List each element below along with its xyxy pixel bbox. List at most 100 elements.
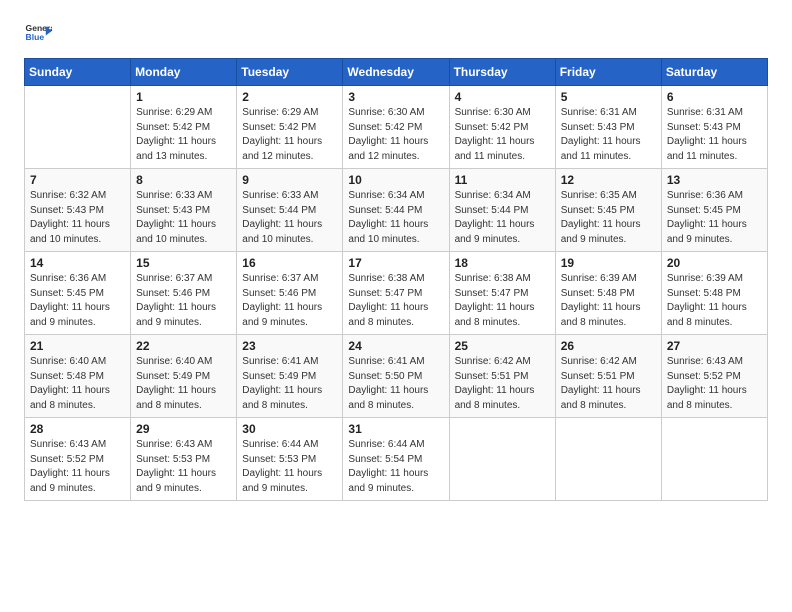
calendar-cell: 25 Sunrise: 6:42 AM Sunset: 5:51 PM Dayli… bbox=[449, 335, 555, 418]
day-info: Sunrise: 6:35 AM Sunset: 5:45 PM Dayligh… bbox=[561, 189, 656, 247]
day-info: Sunrise: 6:39 AM Sunset: 5:48 PM Dayligh… bbox=[667, 272, 762, 330]
calendar-cell: 18 Sunrise: 6:38 AM Sunset: 5:47 PM Dayli… bbox=[449, 252, 555, 335]
day-number: 3 bbox=[348, 90, 443, 104]
day-info: Sunrise: 6:43 AM Sunset: 5:53 PM Dayligh… bbox=[136, 438, 231, 496]
day-number: 2 bbox=[242, 90, 337, 104]
calendar-cell: 10 Sunrise: 6:34 AM Sunset: 5:44 PM Dayli… bbox=[343, 169, 449, 252]
day-number: 6 bbox=[667, 90, 762, 104]
day-info: Sunrise: 6:43 AM Sunset: 5:52 PM Dayligh… bbox=[30, 438, 125, 496]
day-number: 26 bbox=[561, 339, 656, 353]
day-number: 16 bbox=[242, 256, 337, 270]
day-number: 1 bbox=[136, 90, 231, 104]
day-info: Sunrise: 6:33 AM Sunset: 5:43 PM Dayligh… bbox=[136, 189, 231, 247]
day-info: Sunrise: 6:36 AM Sunset: 5:45 PM Dayligh… bbox=[667, 189, 762, 247]
day-number: 25 bbox=[455, 339, 550, 353]
calendar-cell: 1 Sunrise: 6:29 AM Sunset: 5:42 PM Daylig… bbox=[131, 86, 237, 169]
calendar-cell: 27 Sunrise: 6:43 AM Sunset: 5:52 PM Dayli… bbox=[661, 335, 767, 418]
logo-icon: General Blue bbox=[24, 20, 52, 48]
calendar-cell bbox=[25, 86, 131, 169]
weekday-header: Saturday bbox=[661, 59, 767, 86]
day-info: Sunrise: 6:44 AM Sunset: 5:53 PM Dayligh… bbox=[242, 438, 337, 496]
day-number: 22 bbox=[136, 339, 231, 353]
calendar-cell: 6 Sunrise: 6:31 AM Sunset: 5:43 PM Daylig… bbox=[661, 86, 767, 169]
calendar-cell: 7Sunrise: 6:32 AM Sunset: 5:43 PM Daylig… bbox=[25, 169, 131, 252]
day-info: Sunrise: 6:41 AM Sunset: 5:49 PM Dayligh… bbox=[242, 355, 337, 413]
day-number: 23 bbox=[242, 339, 337, 353]
calendar-cell bbox=[555, 418, 661, 501]
calendar-cell: 26 Sunrise: 6:42 AM Sunset: 5:51 PM Dayli… bbox=[555, 335, 661, 418]
day-info: Sunrise: 6:40 AM Sunset: 5:48 PM Dayligh… bbox=[30, 355, 125, 413]
day-info: Sunrise: 6:29 AM Sunset: 5:42 PM Dayligh… bbox=[242, 106, 337, 164]
day-info: Sunrise: 6:41 AM Sunset: 5:50 PM Dayligh… bbox=[348, 355, 443, 413]
day-number: 20 bbox=[667, 256, 762, 270]
calendar-cell bbox=[661, 418, 767, 501]
calendar-cell: 8 Sunrise: 6:33 AM Sunset: 5:43 PM Daylig… bbox=[131, 169, 237, 252]
day-info: Sunrise: 6:42 AM Sunset: 5:51 PM Dayligh… bbox=[455, 355, 550, 413]
day-number: 4 bbox=[455, 90, 550, 104]
day-info: Sunrise: 6:34 AM Sunset: 5:44 PM Dayligh… bbox=[348, 189, 443, 247]
day-info: Sunrise: 6:34 AM Sunset: 5:44 PM Dayligh… bbox=[455, 189, 550, 247]
calendar-cell: 4 Sunrise: 6:30 AM Sunset: 5:42 PM Daylig… bbox=[449, 86, 555, 169]
day-number: 9 bbox=[242, 173, 337, 187]
day-info: Sunrise: 6:40 AM Sunset: 5:49 PM Dayligh… bbox=[136, 355, 231, 413]
day-info: Sunrise: 6:31 AM Sunset: 5:43 PM Dayligh… bbox=[561, 106, 656, 164]
svg-text:Blue: Blue bbox=[26, 32, 45, 42]
page-header: General Blue bbox=[24, 20, 768, 48]
calendar-cell: 13 Sunrise: 6:36 AM Sunset: 5:45 PM Dayli… bbox=[661, 169, 767, 252]
day-number: 10 bbox=[348, 173, 443, 187]
day-number: 28 bbox=[30, 422, 125, 436]
day-number: 17 bbox=[348, 256, 443, 270]
day-number: 24 bbox=[348, 339, 443, 353]
calendar-cell: 2 Sunrise: 6:29 AM Sunset: 5:42 PM Daylig… bbox=[237, 86, 343, 169]
calendar-cell: 19 Sunrise: 6:39 AM Sunset: 5:48 PM Dayli… bbox=[555, 252, 661, 335]
weekday-header: Friday bbox=[555, 59, 661, 86]
day-number: 13 bbox=[667, 173, 762, 187]
calendar-cell: 17 Sunrise: 6:38 AM Sunset: 5:47 PM Dayli… bbox=[343, 252, 449, 335]
calendar-cell: 5 Sunrise: 6:31 AM Sunset: 5:43 PM Daylig… bbox=[555, 86, 661, 169]
calendar-cell: 24 Sunrise: 6:41 AM Sunset: 5:50 PM Dayli… bbox=[343, 335, 449, 418]
day-info: Sunrise: 6:39 AM Sunset: 5:48 PM Dayligh… bbox=[561, 272, 656, 330]
day-number: 12 bbox=[561, 173, 656, 187]
day-info: Sunrise: 6:37 AM Sunset: 5:46 PM Dayligh… bbox=[242, 272, 337, 330]
day-number: 5 bbox=[561, 90, 656, 104]
day-info: Sunrise: 6:32 AM Sunset: 5:43 PM Dayligh… bbox=[30, 189, 125, 247]
day-number: 30 bbox=[242, 422, 337, 436]
weekday-header: Sunday bbox=[25, 59, 131, 86]
day-info: Sunrise: 6:38 AM Sunset: 5:47 PM Dayligh… bbox=[348, 272, 443, 330]
calendar-cell: 11 Sunrise: 6:34 AM Sunset: 5:44 PM Dayli… bbox=[449, 169, 555, 252]
day-info: Sunrise: 6:33 AM Sunset: 5:44 PM Dayligh… bbox=[242, 189, 337, 247]
calendar-cell: 29 Sunrise: 6:43 AM Sunset: 5:53 PM Dayli… bbox=[131, 418, 237, 501]
calendar-cell: 21 Sunrise: 6:40 AM Sunset: 5:48 PM Dayli… bbox=[25, 335, 131, 418]
calendar-cell: 23 Sunrise: 6:41 AM Sunset: 5:49 PM Dayli… bbox=[237, 335, 343, 418]
day-number: 11 bbox=[455, 173, 550, 187]
day-info: Sunrise: 6:43 AM Sunset: 5:52 PM Dayligh… bbox=[667, 355, 762, 413]
day-info: Sunrise: 6:30 AM Sunset: 5:42 PM Dayligh… bbox=[455, 106, 550, 164]
calendar-cell: 30 Sunrise: 6:44 AM Sunset: 5:53 PM Dayli… bbox=[237, 418, 343, 501]
day-number: 27 bbox=[667, 339, 762, 353]
logo: General Blue bbox=[24, 20, 52, 48]
day-number: 21 bbox=[30, 339, 125, 353]
day-number: 31 bbox=[348, 422, 443, 436]
day-info: Sunrise: 6:29 AM Sunset: 5:42 PM Dayligh… bbox=[136, 106, 231, 164]
calendar-cell: 31 Sunrise: 6:44 AM Sunset: 5:54 PM Dayli… bbox=[343, 418, 449, 501]
weekday-header: Tuesday bbox=[237, 59, 343, 86]
day-number: 19 bbox=[561, 256, 656, 270]
day-number: 8 bbox=[136, 173, 231, 187]
weekday-header: Monday bbox=[131, 59, 237, 86]
calendar-cell: 20 Sunrise: 6:39 AM Sunset: 5:48 PM Dayli… bbox=[661, 252, 767, 335]
day-info: Sunrise: 6:42 AM Sunset: 5:51 PM Dayligh… bbox=[561, 355, 656, 413]
day-number: 18 bbox=[455, 256, 550, 270]
calendar-cell: 15Sunrise: 6:37 AM Sunset: 5:46 PM Dayli… bbox=[131, 252, 237, 335]
day-number: 29 bbox=[136, 422, 231, 436]
calendar-cell bbox=[449, 418, 555, 501]
calendar-cell: 3 Sunrise: 6:30 AM Sunset: 5:42 PM Daylig… bbox=[343, 86, 449, 169]
day-info: Sunrise: 6:44 AM Sunset: 5:54 PM Dayligh… bbox=[348, 438, 443, 496]
calendar-cell: 9 Sunrise: 6:33 AM Sunset: 5:44 PM Daylig… bbox=[237, 169, 343, 252]
calendar-cell: 12 Sunrise: 6:35 AM Sunset: 5:45 PM Dayli… bbox=[555, 169, 661, 252]
day-info: Sunrise: 6:31 AM Sunset: 5:43 PM Dayligh… bbox=[667, 106, 762, 164]
day-info: Sunrise: 6:30 AM Sunset: 5:42 PM Dayligh… bbox=[348, 106, 443, 164]
day-info: Sunrise: 6:36 AM Sunset: 5:45 PM Dayligh… bbox=[30, 272, 125, 330]
day-info: Sunrise: 6:38 AM Sunset: 5:47 PM Dayligh… bbox=[455, 272, 550, 330]
calendar-table: SundayMondayTuesdayWednesdayThursdayFrid… bbox=[24, 58, 768, 501]
calendar-cell: 22 Sunrise: 6:40 AM Sunset: 5:49 PM Dayli… bbox=[131, 335, 237, 418]
